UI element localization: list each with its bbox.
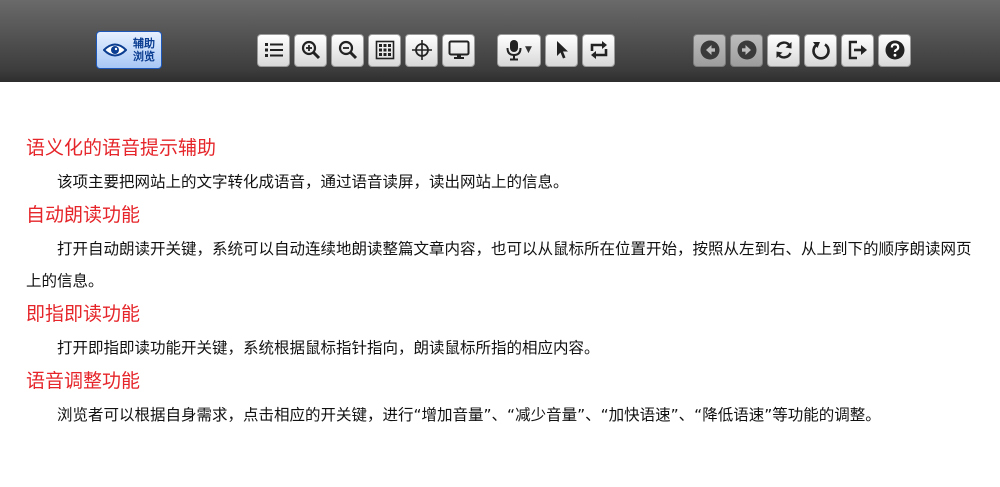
crosshair-button[interactable] — [405, 33, 438, 67]
section-title: 即指即读功能 — [26, 303, 141, 325]
zoom-out-icon — [338, 40, 357, 60]
view-controls-group — [257, 31, 475, 69]
section-text: 打开自动朗读开关键，系统可以自动连续地朗读整篇文章内容，也可以从鼠标所在位置开始… — [26, 240, 972, 290]
list-button[interactable] — [257, 33, 290, 67]
logo-text: 辅助 浏览 — [133, 37, 155, 63]
section-title: 语音调整功能 — [26, 370, 141, 392]
zoom-in-button[interactable] — [294, 33, 327, 67]
grid-icon — [375, 40, 394, 60]
crosshair-icon — [411, 40, 432, 60]
help-button[interactable] — [878, 33, 911, 67]
logo-line1: 辅助 — [133, 37, 155, 50]
chevron-down-icon: ▼ — [525, 45, 532, 55]
feature-description: 语义化的语音提示辅助 该项主要把网站上的文字转化成语音，通过语音读屏，读出网站上… — [26, 134, 986, 431]
logo-line2: 浏览 — [133, 50, 155, 63]
section-text: 打开即指即读功能开关键，系统根据鼠标指针指向，朗读鼠标所指的相应内容。 — [57, 339, 600, 357]
screen-button[interactable] — [442, 33, 475, 67]
exit-button[interactable] — [841, 33, 874, 67]
navigation-group — [693, 31, 911, 69]
assist-browse-logo[interactable]: 辅助 浏览 — [96, 31, 162, 69]
section-text: 该项主要把网站上的文字转化成语音，通过语音读屏，读出网站上的信息。 — [57, 173, 569, 191]
section-title: 语义化的语音提示辅助 — [26, 137, 217, 159]
toolbar: 辅助 浏览 ▼ — [0, 0, 1000, 82]
previous-button[interactable] — [693, 33, 726, 67]
reset-icon — [811, 42, 830, 60]
section-text: 浏览者可以根据自身需求，点击相应的开关键，进行“增加音量”、“减少音量”、“加快… — [57, 406, 881, 424]
arrow-left-icon — [700, 40, 719, 60]
pointer-read-button[interactable] — [545, 33, 578, 67]
section-title: 自动朗读功能 — [26, 204, 141, 226]
voice-button[interactable]: ▼ — [497, 33, 541, 67]
exit-icon — [848, 40, 867, 60]
eye-icon — [103, 43, 127, 57]
loop-icon — [590, 41, 607, 59]
refresh-button[interactable] — [767, 33, 800, 67]
reset-button[interactable] — [804, 33, 837, 67]
help-icon — [885, 40, 904, 60]
microphone-icon — [506, 40, 522, 61]
refresh-icon — [775, 41, 792, 59]
voice-controls-group: ▼ — [497, 31, 615, 69]
zoom-out-button[interactable] — [331, 33, 364, 67]
monitor-icon — [448, 40, 469, 59]
grid-button[interactable] — [368, 33, 401, 67]
zoom-in-icon — [301, 40, 320, 60]
next-button[interactable] — [730, 33, 763, 67]
arrow-right-icon — [737, 40, 756, 60]
loop-read-button[interactable] — [582, 33, 615, 67]
list-icon — [264, 43, 283, 57]
pointer-icon — [556, 41, 568, 59]
